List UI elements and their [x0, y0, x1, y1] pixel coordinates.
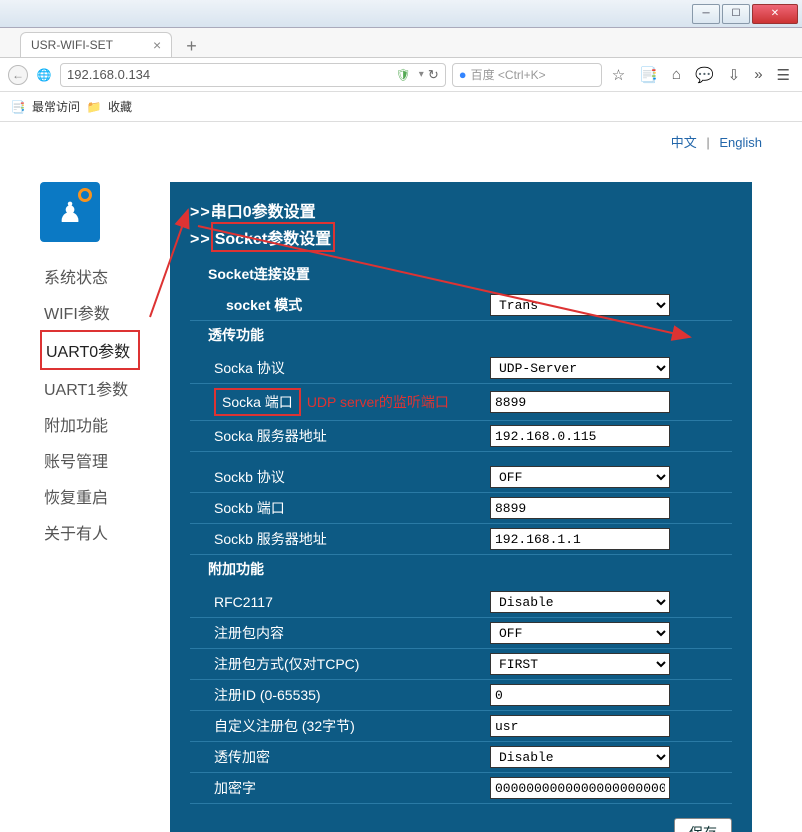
window-titlebar: ─ ☐ ✕ [0, 0, 802, 28]
row-key: 加密字 [190, 773, 732, 804]
label-socka-port: Socka 端口 [214, 388, 301, 416]
row-encrypt: 透传加密 Disable [190, 742, 732, 773]
input-socka-port[interactable] [490, 391, 670, 413]
sidebar-item-uart1[interactable]: UART1参数 [40, 370, 140, 406]
bookmark-favorites[interactable]: 收藏 [108, 98, 132, 115]
select-encrypt[interactable]: Disable [490, 746, 670, 768]
chat-icon[interactable]: 💬 [691, 66, 718, 84]
row-socka-addr: Socka 服务器地址 [190, 421, 732, 452]
heading-trans: 透传功能 [190, 325, 732, 345]
input-custom-reg[interactable] [490, 715, 670, 737]
bookmarks-bar: 📑 最常访问 📁 收藏 [0, 92, 802, 122]
refresh-icon[interactable]: ↻ [428, 67, 439, 83]
sidebar: ♟ 系统状态 WIFI参数 UART0参数 UART1参数 附加功能 账号管理 … [40, 182, 140, 832]
select-rfc[interactable]: Disable [490, 591, 670, 613]
logo-ring-icon [78, 188, 92, 202]
row-socket-mode: socket 模式 Trans [190, 290, 732, 321]
library-icon[interactable]: 📑 [635, 66, 662, 84]
row-reg-mode: 注册包方式(仅对TCPC) FIRST [190, 649, 732, 680]
label-custom-reg: 自定义注册包 (32字节) [190, 716, 490, 736]
row-reg-id: 注册ID (0-65535) [190, 680, 732, 711]
url-dropdown-icon[interactable]: ▾ [419, 69, 424, 80]
browser-tab[interactable]: USR-WIFI-SET × [20, 32, 172, 57]
lang-english[interactable]: English [719, 135, 762, 150]
sidebar-item-account[interactable]: 账号管理 [40, 442, 140, 478]
logo-person-icon: ♟ [57, 196, 82, 229]
shield-icon: 🛡 [396, 68, 411, 82]
url-input[interactable] [67, 67, 396, 82]
input-reg-id[interactable] [490, 684, 670, 706]
label-key: 加密字 [190, 778, 490, 798]
sidebar-item-extra[interactable]: 附加功能 [40, 406, 140, 442]
sidebar-item-wifi[interactable]: WIFI参数 [40, 294, 140, 330]
row-sockb-port: Sockb 端口 [190, 493, 732, 524]
bookmark-star-icon[interactable]: ☆ [608, 66, 629, 84]
row-socka-proto: Socka 协议 UDP-Server [190, 353, 732, 384]
annotation-text: UDP server的监听端口 [307, 392, 449, 412]
search-box[interactable]: ● 百度 <Ctrl+K> [452, 63, 602, 87]
row-rfc: RFC2117 Disable [190, 587, 732, 618]
row-sockb-proto: Sockb 协议 OFF [190, 462, 732, 493]
section-uart[interactable]: >>串口0参数设置 [190, 198, 732, 222]
logo: ♟ [40, 182, 100, 242]
folder-icon: 📁 [86, 99, 102, 115]
main-content: >>串口0参数设置 >>Socket参数设置 Socket连接设置 socket… [170, 182, 752, 832]
back-button[interactable]: ← [8, 65, 28, 85]
url-toolbar: ← 🌐 🛡 ▾ ↻ ● 百度 <Ctrl+K> ☆ 📑 ⌂ 💬 ⇩ » ☰ [0, 58, 802, 92]
label-reg-content: 注册包内容 [190, 623, 490, 643]
home-icon[interactable]: ⌂ [668, 66, 685, 83]
bookmark-icon: 📑 [10, 99, 26, 115]
select-socka-proto[interactable]: UDP-Server [490, 357, 670, 379]
input-sockb-addr[interactable] [490, 528, 670, 550]
label-reg-mode: 注册包方式(仅对TCPC) [190, 654, 490, 674]
sidebar-item-uart0[interactable]: UART0参数 [40, 330, 140, 370]
select-reg-mode[interactable]: FIRST [490, 653, 670, 675]
heading-socket-conn: Socket连接设置 [190, 264, 732, 284]
maximize-button[interactable]: ☐ [722, 4, 750, 24]
save-button[interactable]: 保存 [674, 818, 732, 832]
site-identity-icon[interactable]: 🌐 [34, 65, 54, 85]
label-socka-proto: Socka 协议 [190, 358, 490, 378]
heading-extra: 附加功能 [190, 559, 732, 579]
lang-chinese[interactable]: 中文 [671, 135, 697, 150]
label-reg-id: 注册ID (0-65535) [190, 685, 490, 705]
label-sockb-addr: Sockb 服务器地址 [190, 529, 490, 549]
row-reg-content: 注册包内容 OFF [190, 618, 732, 649]
label-sockb-port: Sockb 端口 [190, 498, 490, 518]
menu-icon[interactable]: ☰ [773, 66, 794, 84]
download-icon[interactable]: ⇩ [724, 66, 745, 84]
select-sockb-proto[interactable]: OFF [490, 466, 670, 488]
label-sockb-proto: Sockb 协议 [190, 467, 490, 487]
close-button[interactable]: ✕ [752, 4, 798, 24]
sidebar-item-restore[interactable]: 恢复重启 [40, 478, 140, 514]
tab-title: USR-WIFI-SET [31, 38, 113, 52]
select-socket-mode[interactable]: Trans [490, 294, 670, 316]
input-key[interactable] [490, 777, 670, 799]
label-socket-mode: socket 模式 [190, 295, 490, 315]
language-switcher: 中文 | English [671, 132, 762, 151]
search-placeholder: 百度 <Ctrl+K> [471, 66, 546, 83]
bookmark-most-visited[interactable]: 最常访问 [32, 98, 80, 115]
browser-tabs: USR-WIFI-SET × + [0, 28, 802, 58]
sidebar-item-about[interactable]: 关于有人 [40, 514, 140, 550]
new-tab-button[interactable]: + [180, 36, 203, 57]
tab-close-icon[interactable]: × [153, 37, 161, 53]
row-socka-port: Socka 端口 UDP server的监听端口 [190, 384, 732, 421]
label-socka-addr: Socka 服务器地址 [190, 426, 490, 446]
url-bar[interactable]: 🛡 ▾ ↻ [60, 63, 446, 87]
page-content: 中文 | English ♟ 系统状态 WIFI参数 UART0参数 UART1… [0, 122, 802, 832]
label-rfc: RFC2117 [190, 594, 490, 610]
input-sockb-port[interactable] [490, 497, 670, 519]
minimize-button[interactable]: ─ [692, 4, 720, 24]
label-encrypt: 透传加密 [190, 747, 490, 767]
row-sockb-addr: Sockb 服务器地址 [190, 524, 732, 555]
search-provider-icon: ● [459, 67, 467, 82]
input-socka-addr[interactable] [490, 425, 670, 447]
row-custom-reg: 自定义注册包 (32字节) [190, 711, 732, 742]
section-socket[interactable]: >>Socket参数设置 [190, 222, 732, 252]
select-reg-content[interactable]: OFF [490, 622, 670, 644]
sidebar-item-system[interactable]: 系统状态 [40, 258, 140, 294]
overflow-icon[interactable]: » [750, 66, 766, 83]
